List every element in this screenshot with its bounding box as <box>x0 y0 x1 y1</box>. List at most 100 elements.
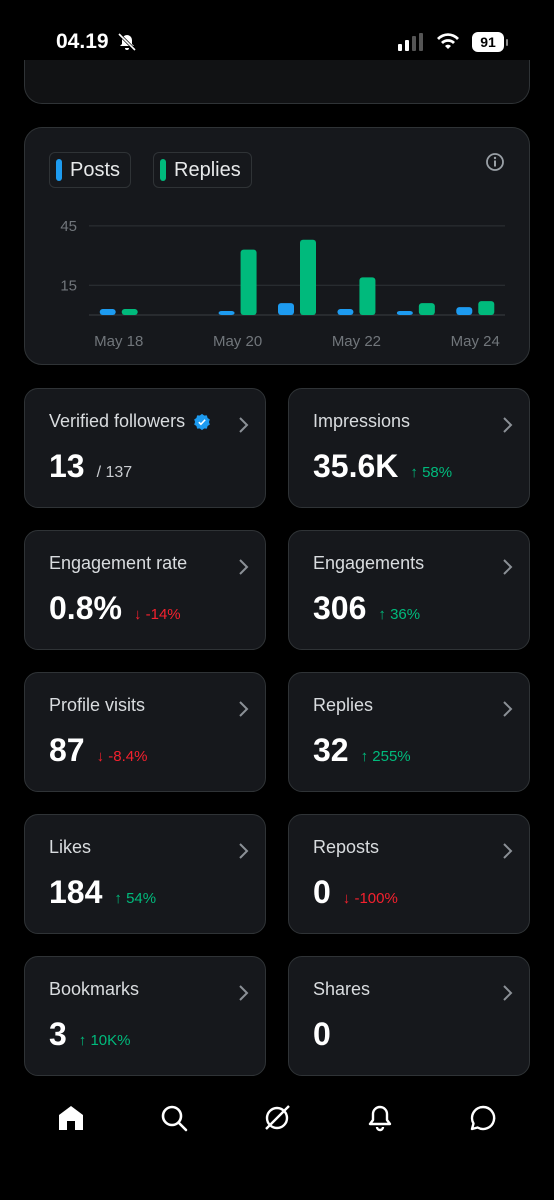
grok-icon <box>265 1105 290 1130</box>
x-tick-label: May 18 <box>94 333 143 350</box>
bar-posts-may-21 <box>278 303 294 315</box>
metrics-grid: Verified followers 13 / 137 Impressions … <box>24 388 530 1076</box>
metric-delta: ↓ -14% <box>133 606 181 623</box>
arrow-up-icon: ↑ <box>410 464 423 481</box>
metric-label: Shares <box>313 979 371 999</box>
chevron-right-icon <box>239 985 249 1001</box>
metric-label: Likes <box>49 837 92 857</box>
metric-replies[interactable]: Replies 32 ↑ 255% <box>288 672 530 792</box>
chevron-right-icon <box>239 417 249 433</box>
bell-muted-icon <box>117 32 136 52</box>
arrow-up-icon: ↑ <box>360 748 373 765</box>
messages-icon <box>470 1105 495 1131</box>
y-tick-label: 15 <box>60 277 77 294</box>
activity-chart-card: 45 15 May 18 May 20 May 22 May 24 Posts Repli… <box>24 127 530 365</box>
chevron-right-icon <box>503 843 513 859</box>
bar-posts-may-22 <box>337 309 354 315</box>
verified-badge-icon <box>194 413 210 430</box>
metric-value: 306 <box>313 590 367 626</box>
nav-home[interactable] <box>54 1101 88 1135</box>
metric-value: 3 <box>49 1016 67 1052</box>
metric-value: 32 <box>313 732 349 768</box>
metric-engagements[interactable]: Engagements 306 ↑ 36% <box>288 530 530 650</box>
chevron-right-icon <box>503 701 513 717</box>
metric-delta: ↑ 36% <box>378 606 421 623</box>
legend-posts[interactable]: Posts <box>49 152 132 188</box>
bar-posts-may-23 <box>396 311 413 315</box>
arrow-up-icon: ↑ <box>378 606 391 623</box>
bottom-nav <box>0 1088 554 1148</box>
metric-label: Impressions <box>313 411 411 431</box>
search-icon <box>161 1105 188 1132</box>
bar-replies-may-22 <box>359 277 376 315</box>
nav-notifications[interactable] <box>363 1101 397 1135</box>
wifi-icon <box>437 33 459 49</box>
arrow-down-icon: ↓ <box>342 890 355 907</box>
metric-value: 87 <box>49 732 85 768</box>
chevron-right-icon <box>503 985 513 1001</box>
signal-icon <box>398 33 423 51</box>
bar-posts-may-18 <box>99 309 116 315</box>
legend-replies-label: Replies <box>174 158 241 181</box>
arrow-up-icon: ↑ <box>78 1032 91 1049</box>
metric-label: Verified followers <box>49 411 186 431</box>
status-time: 04.19 <box>56 30 109 53</box>
nav-grok[interactable] <box>260 1101 294 1135</box>
legend-posts-swatch <box>56 159 62 181</box>
nav-search[interactable] <box>157 1101 191 1135</box>
metric-delta: ↑ 54% <box>114 890 157 907</box>
chevron-right-icon <box>239 701 249 717</box>
arrow-down-icon: ↓ <box>96 748 109 765</box>
metric-total: / 137 <box>96 464 133 481</box>
metric-value: 0.8% <box>49 590 122 626</box>
arrow-down-icon: ↓ <box>133 606 146 623</box>
metric-label: Reposts <box>313 837 380 857</box>
chevron-right-icon <box>503 559 513 575</box>
bar-replies-may-23 <box>418 303 435 315</box>
legend-posts-label: Posts <box>70 158 121 181</box>
home-icon <box>59 1106 84 1130</box>
battery-indicator: 91 <box>472 32 508 52</box>
metric-value: 0 <box>313 874 331 910</box>
metric-delta: ↓ -100% <box>342 890 398 907</box>
metric-bookmarks[interactable]: Bookmarks 3 ↑ 10K% <box>24 956 266 1076</box>
metric-reposts[interactable]: Reposts 0 ↓ -100% <box>288 814 530 934</box>
metric-value: 35.6K <box>313 448 399 484</box>
bar-posts-may-20 <box>218 311 235 315</box>
metric-profile-visits[interactable]: Profile visits 87 ↓ -8.4% <box>24 672 266 792</box>
metric-value: 184 <box>49 874 103 910</box>
metric-value: 13 <box>49 448 85 484</box>
bell-icon <box>368 1105 391 1132</box>
metric-delta: ↑ 10K% <box>78 1032 131 1049</box>
nav-messages[interactable] <box>466 1101 500 1135</box>
chart-legend: Posts Replies <box>49 152 252 188</box>
arrow-up-icon: ↑ <box>114 890 127 907</box>
bar-replies-may-24 <box>478 301 495 315</box>
metric-value: 0 <box>313 1016 331 1052</box>
metric-shares[interactable]: Shares 0 <box>288 956 530 1076</box>
x-tick-label: May 22 <box>332 333 381 350</box>
metric-delta: ↑ 58% <box>410 464 453 481</box>
bar-posts-may-24 <box>456 307 473 315</box>
metric-label: Bookmarks <box>49 979 140 999</box>
metric-delta: ↑ 255% <box>360 748 411 765</box>
metric-label: Engagements <box>313 553 425 573</box>
chevron-right-icon <box>239 559 249 575</box>
previous-chart-card <box>24 60 530 104</box>
metric-label: Profile visits <box>49 695 146 715</box>
legend-replies-swatch <box>160 159 167 181</box>
bar-replies-may-18 <box>121 309 138 315</box>
chevron-right-icon <box>239 843 249 859</box>
info-icon[interactable] <box>485 152 505 172</box>
x-tick-label: May 20 <box>213 333 262 350</box>
bar-replies-may-21 <box>300 239 316 315</box>
chevron-right-icon <box>503 417 513 433</box>
metric-impressions[interactable]: Impressions 35.6K ↑ 58% <box>288 388 530 508</box>
metric-label: Engagement rate <box>49 553 188 573</box>
metric-verified-followers[interactable]: Verified followers 13 / 137 <box>24 388 266 508</box>
metric-engagement-rate[interactable]: Engagement rate 0.8% ↓ -14% <box>24 530 266 650</box>
y-tick-label: 45 <box>60 218 77 235</box>
legend-replies[interactable]: Replies <box>153 152 252 188</box>
x-tick-label: May 24 <box>451 333 500 350</box>
metric-likes[interactable]: Likes 184 ↑ 54% <box>24 814 266 934</box>
